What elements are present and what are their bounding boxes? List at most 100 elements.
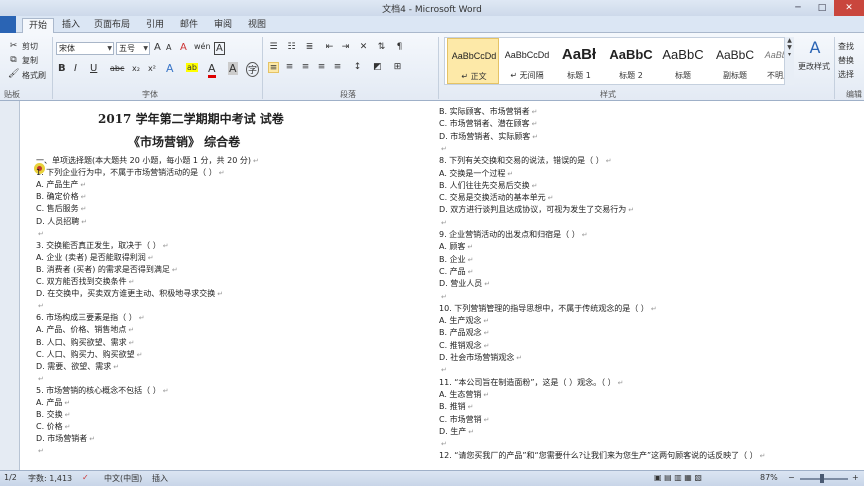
paragraph-mark-icon: ↵ xyxy=(483,317,490,326)
style-heading-1[interactable]: AaBł 标题 1 xyxy=(553,38,605,84)
tab-mailings[interactable]: 邮件 xyxy=(174,18,204,33)
show-marks-icon[interactable]: ¶ xyxy=(394,42,405,53)
tab-view[interactable]: 视图 xyxy=(242,18,272,33)
zoom-out-button[interactable]: − xyxy=(788,473,795,482)
numbering-icon[interactable]: ☷ xyxy=(286,42,297,53)
zoom-in-button[interactable]: + xyxy=(852,473,859,482)
tab-page-layout[interactable]: 页面布局 xyxy=(88,18,136,33)
insert-mode[interactable]: 插入 xyxy=(152,473,168,484)
style-normal[interactable]: AaBbCcDd ↵ 正文 xyxy=(447,38,499,84)
doc-line: A. 产品 ↵ xyxy=(36,398,70,408)
align-center-icon[interactable]: ≡ xyxy=(284,62,295,73)
doc-line: B. 人口、购买欲望、需求 ↵ xyxy=(36,338,134,348)
doc-line: C. 售后服务 ↵ xyxy=(36,204,87,214)
justify-icon[interactable]: ≡ xyxy=(316,62,327,73)
font-name-value: 宋体 xyxy=(59,44,75,53)
distributed-icon[interactable]: ≡ xyxy=(332,62,343,73)
paragraph-mark-icon: ↵ xyxy=(81,217,88,226)
styles-scroll[interactable]: ▲ ▼ ▾ xyxy=(784,37,794,85)
minimize-button[interactable]: ─ xyxy=(786,0,810,16)
shrink-font-button[interactable]: A xyxy=(166,43,171,52)
enclose-char-button[interactable]: 字 xyxy=(246,62,260,77)
zoom-slider[interactable] xyxy=(800,478,848,480)
file-tab[interactable] xyxy=(0,16,16,33)
font-size-select[interactable]: 五号 ▼ xyxy=(116,42,150,55)
doc-line-text: 10. 下列营销管理的指导思想中，不属于传统观念的是（ ） xyxy=(439,303,649,313)
shading-icon[interactable]: ◩ xyxy=(372,62,383,73)
select-button[interactable]: 选择 xyxy=(838,69,854,80)
copy-button[interactable]: 复制 xyxy=(22,55,38,66)
tab-insert[interactable]: 插入 xyxy=(56,18,86,33)
style-no-spacing[interactable]: AaBbCcDd ↵ 无间隔 xyxy=(501,38,553,84)
chevron-down-icon: ▼ xyxy=(107,45,112,52)
replace-button[interactable]: 替换 xyxy=(838,55,854,66)
title-bar: 文档4 - Microsoft Word ─ □ ✕ xyxy=(0,0,864,16)
bullets-icon[interactable]: ☰ xyxy=(268,42,279,53)
style-heading-2[interactable]: AaBbC 标题 2 xyxy=(605,38,657,84)
align-right-icon[interactable]: ≡ xyxy=(300,62,311,73)
doc-line-text: C. 市场营销 xyxy=(439,414,482,424)
superscript-button[interactable]: x² xyxy=(148,64,156,73)
style-name: 副标题 xyxy=(723,71,747,80)
paragraph-mark-icon: ↵ xyxy=(605,157,612,166)
align-left-icon[interactable]: ≡ xyxy=(268,62,279,73)
font-color-button[interactable]: A xyxy=(208,62,216,78)
maximize-button[interactable]: □ xyxy=(810,0,834,16)
sort-icon[interactable]: ⇅ xyxy=(376,42,387,53)
copy-icon: ⧉ xyxy=(10,55,17,65)
underline-button[interactable]: U xyxy=(90,63,97,74)
char-border-button[interactable]: A xyxy=(214,42,225,55)
more-icon[interactable]: ▾ xyxy=(785,51,794,58)
subscript-button[interactable]: x₂ xyxy=(132,64,140,73)
doc-line-text: C. 人口、购买力、购买欲望 xyxy=(36,349,135,359)
style-name: ↵ 正文 xyxy=(461,72,487,81)
strikethrough-button[interactable]: abc xyxy=(110,64,124,73)
phonetic-guide-button[interactable]: wén xyxy=(194,42,211,51)
font-name-select[interactable]: 宋体 ▼ xyxy=(56,42,114,55)
tab-references[interactable]: 引用 xyxy=(140,18,170,33)
clear-format-button[interactable]: A xyxy=(180,42,187,53)
decrease-indent-icon[interactable]: ⇤ xyxy=(324,42,335,53)
grow-font-button[interactable]: A xyxy=(154,42,161,53)
style-subtle-emphasis[interactable]: AaBbCcDd 不明显强调 xyxy=(761,38,785,84)
style-subtitle[interactable]: AaBbC 副标题 xyxy=(709,38,761,84)
style-title[interactable]: AaBbC 标题 xyxy=(657,38,709,84)
change-styles-button[interactable]: 更改样式 xyxy=(798,61,830,72)
chevron-down-icon[interactable]: ▼ xyxy=(785,44,794,51)
multilevel-list-icon[interactable]: ≣ xyxy=(304,42,315,53)
doc-line-text: D. 人员招聘 xyxy=(36,216,80,226)
word-count[interactable]: 字数: 1,413 xyxy=(28,473,72,484)
find-button[interactable]: 查找 xyxy=(838,41,854,52)
italic-button[interactable]: I xyxy=(74,63,77,74)
language-indicator[interactable]: 中文(中国) xyxy=(104,473,142,484)
chevron-up-icon[interactable]: ▲ xyxy=(785,37,794,44)
chinese-layout-icon[interactable]: ✕ xyxy=(358,42,369,53)
close-button[interactable]: ✕ xyxy=(834,0,864,16)
doc-line-text: A. 产品、价格、销售地点 xyxy=(36,325,127,335)
line-spacing-icon[interactable]: ↕ xyxy=(352,62,363,73)
bold-button[interactable]: B xyxy=(58,63,66,74)
tab-review[interactable]: 审阅 xyxy=(208,18,238,33)
tab-home[interactable]: 开始 xyxy=(22,18,55,33)
highlight-button[interactable]: ab xyxy=(186,63,198,72)
borders-icon[interactable]: ⊞ xyxy=(392,62,403,73)
doc-line: 8. 下列有关交换和交易的说法，错误的是（ ） ↵ xyxy=(439,156,612,166)
view-buttons[interactable]: ▣ ▤ ▥ ▦ ▧ xyxy=(654,473,702,482)
style-preview: AaBbCcDd xyxy=(451,51,497,61)
doc-line-text: 6. 市场构成三要素是指（ ） xyxy=(36,313,137,323)
cut-button[interactable]: 剪切 xyxy=(22,41,38,52)
page-indicator[interactable]: 1/2 xyxy=(4,473,17,482)
increase-indent-icon[interactable]: ⇥ xyxy=(340,42,351,53)
format-painter-icon: 🖌 xyxy=(8,69,20,79)
format-painter-button[interactable]: 格式刷 xyxy=(22,70,46,81)
proofing-icon[interactable]: ✓ xyxy=(82,473,89,482)
doc-line: C. 人口、购买力、购买欲望 ↵ xyxy=(36,350,143,360)
style-preview: AaBbC xyxy=(715,48,755,62)
zoom-level[interactable]: 87% xyxy=(760,473,778,482)
text-effects-button[interactable]: A xyxy=(166,62,174,75)
doc-line: 6. 市场构成三要素是指（ ） ↵ xyxy=(36,313,145,323)
char-shading-button[interactable]: A xyxy=(228,62,238,75)
doc-line-text: A. 生产观念 xyxy=(439,316,482,326)
vertical-ruler xyxy=(0,101,20,470)
zoom-slider-handle[interactable] xyxy=(820,474,824,483)
